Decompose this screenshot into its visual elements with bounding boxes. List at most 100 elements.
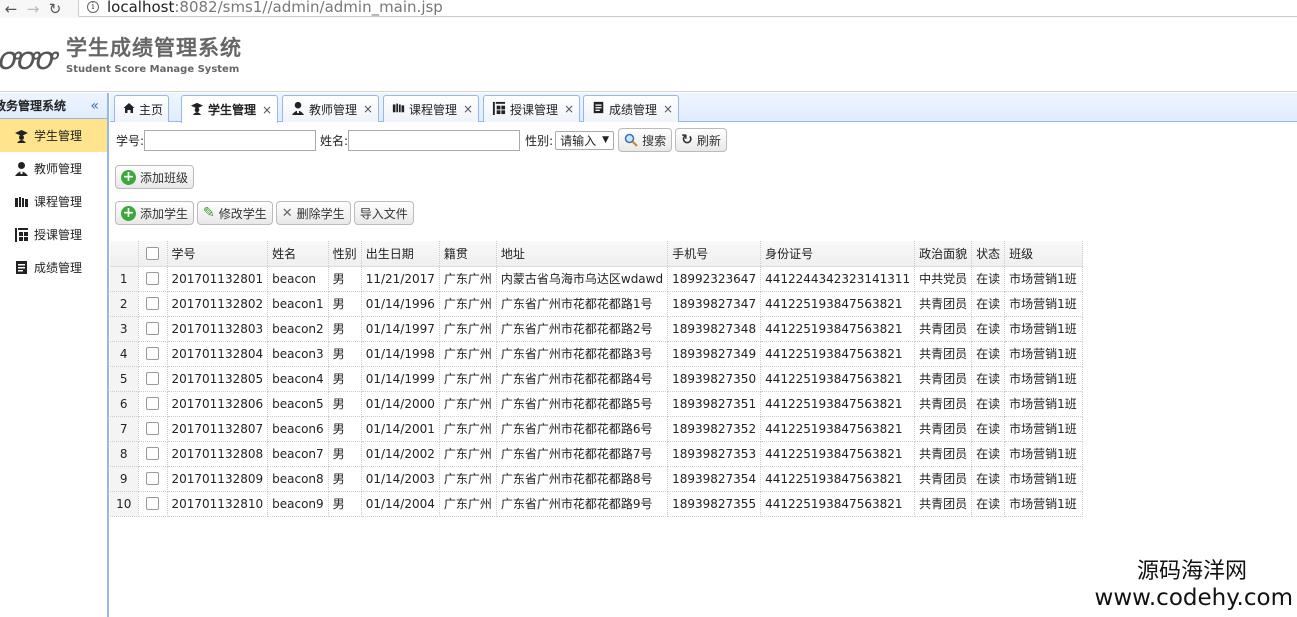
edit-student-button[interactable]: ✎ 修改学生 (197, 201, 273, 225)
table-cell: 441225193847563821 (760, 491, 916, 517)
close-icon[interactable]: × (564, 102, 574, 116)
sidebar-item-teacher[interactable]: 教师管理 (0, 152, 107, 185)
tab-home[interactable]: 主页 (114, 95, 170, 122)
table-row[interactable]: 3 201701132803 beacon2 男 01/14/1997 广东广州 广东省广州… (110, 316, 1084, 342)
row-checkbox[interactable] (146, 422, 159, 435)
row-checkbox[interactable] (146, 447, 159, 460)
table-cell: beacon1 (267, 291, 329, 317)
table-cell: 广东广州 (439, 341, 497, 367)
close-icon[interactable]: × (363, 102, 373, 116)
table-cell: 01/14/2003 (361, 466, 440, 492)
tab-score[interactable]: 成绩管理 × (583, 95, 680, 122)
row-checkbox[interactable] (146, 397, 159, 410)
table-row[interactable]: 1 201701132801 beacon 男 11/21/2017 广东广州 内蒙古省乌海… (110, 266, 1084, 292)
add-class-button[interactable]: + 添加班级 (115, 165, 195, 189)
table-row[interactable]: 6 201701132806 beacon5 男 01/14/2000 广东广州 广东省广州… (110, 391, 1084, 417)
row-checkbox[interactable] (146, 322, 159, 335)
gender-select[interactable]: 请输入 ▼ (555, 130, 615, 150)
table-row[interactable]: 2 201701132802 beacon1 男 01/14/1996 广东广州 广东省广州… (110, 291, 1084, 317)
table-cell: 01/14/1998 (361, 341, 440, 367)
tab-course[interactable]: 课程管理 × (383, 95, 480, 122)
row-checkbox[interactable] (146, 347, 159, 360)
row-number: 6 (110, 391, 139, 417)
row-checkbox[interactable] (146, 272, 159, 285)
row-number: 2 (110, 291, 139, 317)
name-input[interactable] (348, 129, 521, 151)
close-icon[interactable]: × (663, 102, 673, 116)
sidebar-item-score[interactable]: 成绩管理 (0, 251, 107, 284)
table-cell: 市场营销1班 (1004, 366, 1084, 392)
info-icon[interactable]: i (87, 0, 99, 13)
table-row[interactable]: 9 201701132809 beacon8 男 01/14/2003 广东广州 广东省广州… (110, 466, 1084, 492)
student-id-label: 学号: (116, 133, 145, 148)
import-file-button[interactable]: 导入文件 (353, 201, 414, 225)
table-cell: 共青团员 (914, 366, 973, 392)
row-select-cell (138, 491, 168, 517)
table-cell: 市场营销1班 (1004, 416, 1084, 442)
row-checkbox[interactable] (146, 497, 159, 510)
table-cell: 广东广州 (439, 316, 497, 342)
table-cell: 01/14/2002 (361, 441, 440, 467)
table-cell: 广东广州 (439, 491, 497, 517)
close-icon[interactable]: × (262, 103, 272, 117)
table-row[interactable]: 8 201701132808 beacon7 男 01/14/2002 广东广州 广东省广州… (110, 441, 1084, 467)
address-bar[interactable]: i localhost:8082/sms1//admin/admin_main.… (78, 0, 1297, 17)
table-cell: 01/14/1997 (361, 316, 440, 342)
row-number: 8 (110, 441, 139, 467)
column-header[interactable]: 身份证号 (760, 241, 916, 267)
table-row[interactable]: 7 201701132807 beacon6 男 01/14/2001 广东广州 广东省广州… (110, 416, 1084, 442)
table-cell: 01/14/2001 (361, 416, 440, 442)
column-header[interactable]: 手机号 (667, 241, 762, 267)
table-cell: beacon8 (267, 466, 329, 492)
table-cell: beacon4 (267, 366, 329, 392)
column-header[interactable]: 学号 (167, 241, 269, 267)
column-header[interactable]: 地址 (496, 241, 669, 267)
column-header[interactable]: 政治面貌 (914, 241, 973, 267)
column-header[interactable]: 出生日期 (361, 241, 440, 267)
column-header[interactable]: 籍贯 (439, 241, 497, 267)
table-row[interactable]: 5 201701132805 beacon4 男 01/14/1999 广东广州 广东省广州… (110, 366, 1084, 392)
row-select-cell (138, 316, 168, 342)
sidebar-item-student[interactable]: 学生管理 (0, 119, 107, 152)
row-select-cell (138, 341, 168, 367)
collapse-icon[interactable]: « (90, 98, 99, 114)
tab-label: 学生管理 (208, 103, 257, 117)
back-icon[interactable]: ← (0, 2, 22, 17)
sidebar-item-course[interactable]: 课程管理 (0, 185, 107, 218)
table-cell: 在读 (971, 466, 1006, 492)
table-cell: beacon (267, 266, 329, 292)
table-row[interactable]: 10 201701132810 beacon9 男 01/14/2004 广东广州 广东省广… (110, 491, 1084, 517)
select-all-checkbox[interactable] (146, 246, 159, 260)
tab-teacher[interactable]: 教师管理 × (282, 95, 380, 122)
column-header[interactable]: 状态 (971, 241, 1006, 267)
table-cell: 市场营销1班 (1004, 266, 1084, 292)
url-path: :8082/sms1//admin/admin_main.jsp (174, 0, 443, 16)
watermark: 源码海洋网 www.codehy.com (1095, 553, 1293, 611)
column-header[interactable]: 姓名 (267, 241, 329, 267)
reload-icon[interactable]: ↻ (44, 2, 66, 17)
row-checkbox[interactable] (146, 372, 159, 385)
tab-teaching[interactable]: 授课管理 × (483, 95, 581, 122)
toolbar: + 添加学生 ✎ 修改学生 ✕ 删除学生 导入文件 (115, 201, 414, 225)
column-header[interactable]: 性别 (328, 241, 362, 267)
search-button[interactable]: 搜索 (618, 128, 673, 152)
row-checkbox[interactable] (146, 297, 159, 310)
student-id-input[interactable] (144, 129, 317, 151)
row-checkbox[interactable] (146, 472, 159, 485)
table-cell: 广东省广州市花都花都路7号 (496, 441, 669, 467)
forward-icon[interactable]: → (22, 2, 44, 17)
table-row[interactable]: 4 201701132804 beacon3 男 01/14/1998 广东广州 广东省广州… (110, 341, 1084, 367)
delete-student-button[interactable]: ✕ 删除学生 (275, 201, 351, 225)
table-cell: 18939827353 (667, 441, 762, 467)
add-student-button[interactable]: + 添加学生 (115, 201, 195, 225)
row-number: 1 (110, 266, 139, 292)
refresh-button[interactable]: ↻ 刷新 (675, 128, 727, 152)
table-cell: 市场营销1班 (1004, 291, 1084, 317)
column-header[interactable]: 班级 (1004, 241, 1084, 267)
tab-student[interactable]: 学生管理 × (181, 95, 279, 123)
close-icon[interactable]: × (463, 102, 473, 116)
table-cell: 441225193847563821 (760, 341, 916, 367)
table-cell: beacon9 (267, 491, 329, 517)
edit-student-label: 修改学生 (218, 206, 267, 221)
sidebar-item-teaching[interactable]: 授课管理 (0, 218, 107, 251)
